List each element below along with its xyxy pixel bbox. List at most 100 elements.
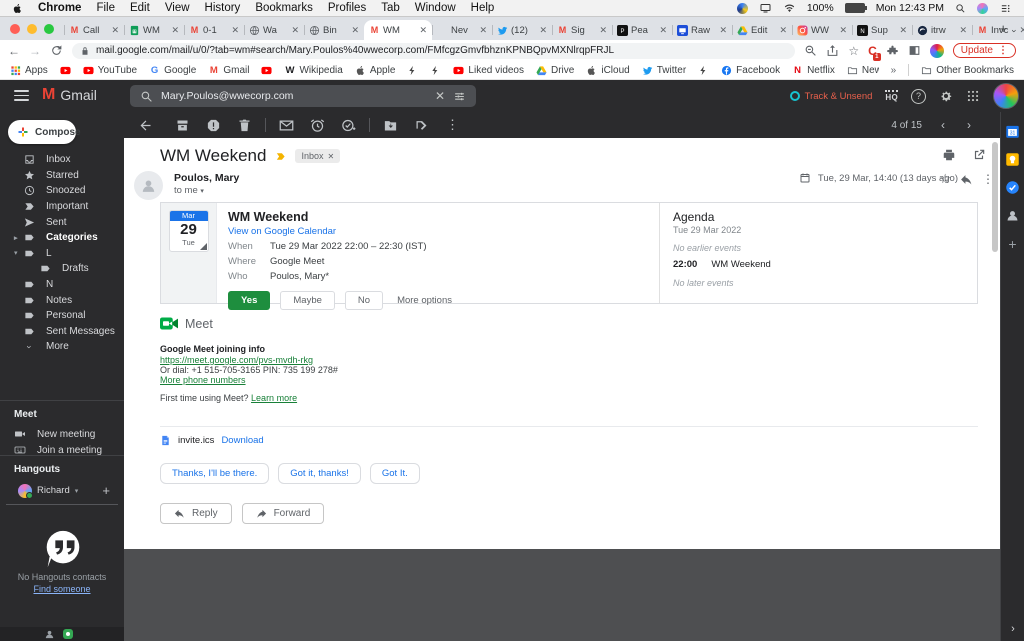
snooze-icon[interactable] bbox=[310, 118, 325, 133]
menu-item-view[interactable]: View bbox=[165, 2, 190, 14]
minimize-window-button[interactable] bbox=[27, 24, 37, 34]
close-window-button[interactable] bbox=[10, 24, 20, 34]
reply-icon[interactable] bbox=[960, 173, 973, 186]
menu-item-profiles[interactable]: Profiles bbox=[328, 2, 366, 14]
learn-more-link[interactable]: Learn more bbox=[251, 393, 297, 403]
track-unsend-extension[interactable]: Track & Unsend bbox=[789, 91, 872, 102]
smart-reply-chip[interactable]: Thanks, I'll be there. bbox=[160, 463, 270, 484]
control-center-icon[interactable] bbox=[999, 3, 1012, 14]
sidebar-item-sent[interactable]: Sent bbox=[0, 214, 124, 230]
update-chrome-button[interactable]: Update ⋮ bbox=[952, 43, 1016, 58]
search-icon[interactable] bbox=[140, 90, 153, 103]
close-tab-icon[interactable]: ✕ bbox=[599, 25, 607, 36]
spotlight-icon[interactable] bbox=[955, 3, 966, 14]
close-tab-icon[interactable]: ✕ bbox=[419, 25, 427, 36]
bookmark-bolt[interactable] bbox=[698, 65, 709, 76]
close-tab-icon[interactable]: ✕ bbox=[231, 25, 239, 36]
menu-item-edit[interactable]: Edit bbox=[130, 2, 150, 14]
browser-tab--12-[interactable]: (12) ✕ bbox=[492, 20, 552, 40]
smart-reply-chip[interactable]: Got it, thanks! bbox=[278, 463, 361, 484]
expand-caret-icon[interactable]: ▾ bbox=[14, 249, 24, 257]
more-email-options-icon[interactable]: ⋮ bbox=[982, 172, 994, 186]
tab-search-chevron-icon[interactable]: › bbox=[1010, 30, 1020, 33]
bookmark-youtube[interactable] bbox=[261, 65, 273, 76]
side-panel-tasks-icon[interactable] bbox=[1005, 180, 1020, 195]
add-to-tasks-icon[interactable] bbox=[341, 118, 356, 133]
google-apps-grid-icon[interactable] bbox=[966, 89, 980, 103]
menu-item-file[interactable]: File bbox=[96, 2, 115, 14]
side-panel-keep-icon[interactable] bbox=[1005, 152, 1020, 167]
more-options-link[interactable]: More options bbox=[397, 295, 452, 306]
inbox-label-chip[interactable]: Inbox ✕ bbox=[295, 149, 341, 163]
url-text[interactable]: mail.google.com/mail/u/0/?tab=wm#search/… bbox=[96, 45, 614, 56]
menu-item-history[interactable]: History bbox=[205, 2, 241, 14]
sidebar-item-more[interactable]: › More bbox=[0, 339, 124, 355]
bookmark-apps[interactable]: Apps bbox=[10, 65, 48, 76]
bookmark-liked-videos[interactable]: Liked videos bbox=[453, 65, 524, 76]
close-tab-icon[interactable]: ✕ bbox=[291, 25, 299, 36]
forward-button[interactable]: → bbox=[29, 44, 41, 58]
browser-tab-wm[interactable]: WM ✕ bbox=[124, 20, 184, 40]
bookmark-star-icon[interactable]: ☆ bbox=[848, 44, 859, 58]
browser-tab-wa[interactable]: Wa ✕ bbox=[244, 20, 304, 40]
menu-app-name[interactable]: Chrome bbox=[38, 2, 81, 14]
bookmark-icloud[interactable]: iCloud bbox=[586, 65, 630, 76]
get-addons-button[interactable]: + bbox=[1001, 236, 1024, 252]
sidebar-item-categories[interactable]: ▸ Categories bbox=[0, 230, 124, 246]
bookmark-youtube[interactable]: YouTube bbox=[83, 65, 137, 76]
bookmark-drive[interactable]: Drive bbox=[536, 65, 574, 76]
menubar-clock[interactable]: Mon 12:43 PM bbox=[876, 2, 944, 14]
bookmark-apple[interactable]: Apple bbox=[355, 65, 395, 76]
newer-email-button[interactable]: ‹ bbox=[930, 118, 956, 132]
browser-tab-edit[interactable]: Edit ✕ bbox=[732, 20, 792, 40]
bookmark-google[interactable]: G Google bbox=[149, 65, 196, 76]
clear-search-icon[interactable]: ✕ bbox=[435, 89, 445, 103]
reply-button[interactable]: Reply bbox=[160, 503, 232, 524]
print-icon[interactable] bbox=[942, 148, 956, 162]
expand-caret-icon[interactable]: ▸ bbox=[14, 234, 24, 242]
collapse-side-panel-icon[interactable]: › bbox=[1001, 623, 1024, 635]
more-icon[interactable]: ⋮ bbox=[445, 117, 460, 133]
sidebar-item-snoozed[interactable]: Snoozed bbox=[0, 183, 124, 199]
reload-button[interactable] bbox=[50, 44, 63, 57]
view-on-google-calendar-link[interactable]: View on Google Calendar bbox=[228, 226, 659, 237]
side-panel-calendar-icon[interactable]: 31 bbox=[1005, 124, 1020, 139]
older-email-button[interactable]: › bbox=[956, 118, 982, 132]
close-tab-icon[interactable]: ✕ bbox=[539, 25, 547, 36]
hangouts-user-row[interactable]: Richard ▾ + bbox=[6, 481, 118, 505]
back-to-list-button[interactable] bbox=[138, 118, 153, 133]
green-status-icon[interactable] bbox=[63, 629, 73, 639]
forward-button[interactable]: Forward bbox=[241, 503, 325, 524]
siri-icon[interactable] bbox=[977, 2, 988, 14]
other-bookmarks-folder[interactable]: Other Bookmarks bbox=[921, 65, 1014, 76]
move-to-icon[interactable] bbox=[383, 118, 398, 133]
bookmark-bolt[interactable] bbox=[430, 65, 441, 76]
back-button[interactable]: ← bbox=[8, 44, 20, 58]
bookmark-wikipedia[interactable]: W Wikipedia bbox=[284, 65, 342, 76]
close-tab-icon[interactable]: ✕ bbox=[479, 25, 487, 36]
rsvp-no-button[interactable]: No bbox=[344, 291, 384, 310]
close-tab-icon[interactable]: ✕ bbox=[171, 25, 179, 36]
omnibox[interactable]: mail.google.com/mail/u/0/?tab=wm#search/… bbox=[72, 42, 796, 59]
maximize-window-button[interactable] bbox=[44, 24, 54, 34]
hq-extension-icon[interactable]: HQ bbox=[885, 90, 898, 102]
settings-gear-icon[interactable] bbox=[939, 89, 953, 103]
rsvp-yes-button[interactable]: Yes bbox=[228, 291, 271, 310]
close-tab-icon[interactable]: ✕ bbox=[351, 25, 359, 36]
menu-item-bookmarks[interactable]: Bookmarks bbox=[255, 2, 313, 14]
close-tab-icon[interactable]: ✕ bbox=[899, 25, 907, 36]
open-in-new-icon[interactable] bbox=[972, 148, 986, 162]
agenda-event[interactable]: 22:00 WM Weekend bbox=[673, 259, 977, 270]
share-icon[interactable] bbox=[826, 44, 839, 57]
close-tab-icon[interactable]: ✕ bbox=[719, 25, 727, 36]
extension-c-icon[interactable]: C1 bbox=[868, 44, 881, 61]
menu-item-help[interactable]: Help bbox=[471, 2, 495, 14]
find-someone-link[interactable]: Find someone bbox=[0, 584, 124, 594]
side-panel-contacts-icon[interactable] bbox=[1005, 208, 1020, 223]
close-tab-icon[interactable]: ✕ bbox=[1019, 25, 1024, 36]
menu-item-window[interactable]: Window bbox=[415, 2, 456, 14]
sidebar-item-starred[interactable]: Starred bbox=[0, 168, 124, 184]
download-link[interactable]: Download bbox=[221, 435, 263, 446]
browser-tab-pea[interactable]: P Pea ✕ bbox=[612, 20, 672, 40]
bookmarks-overflow-chevron[interactable]: » bbox=[891, 65, 897, 76]
